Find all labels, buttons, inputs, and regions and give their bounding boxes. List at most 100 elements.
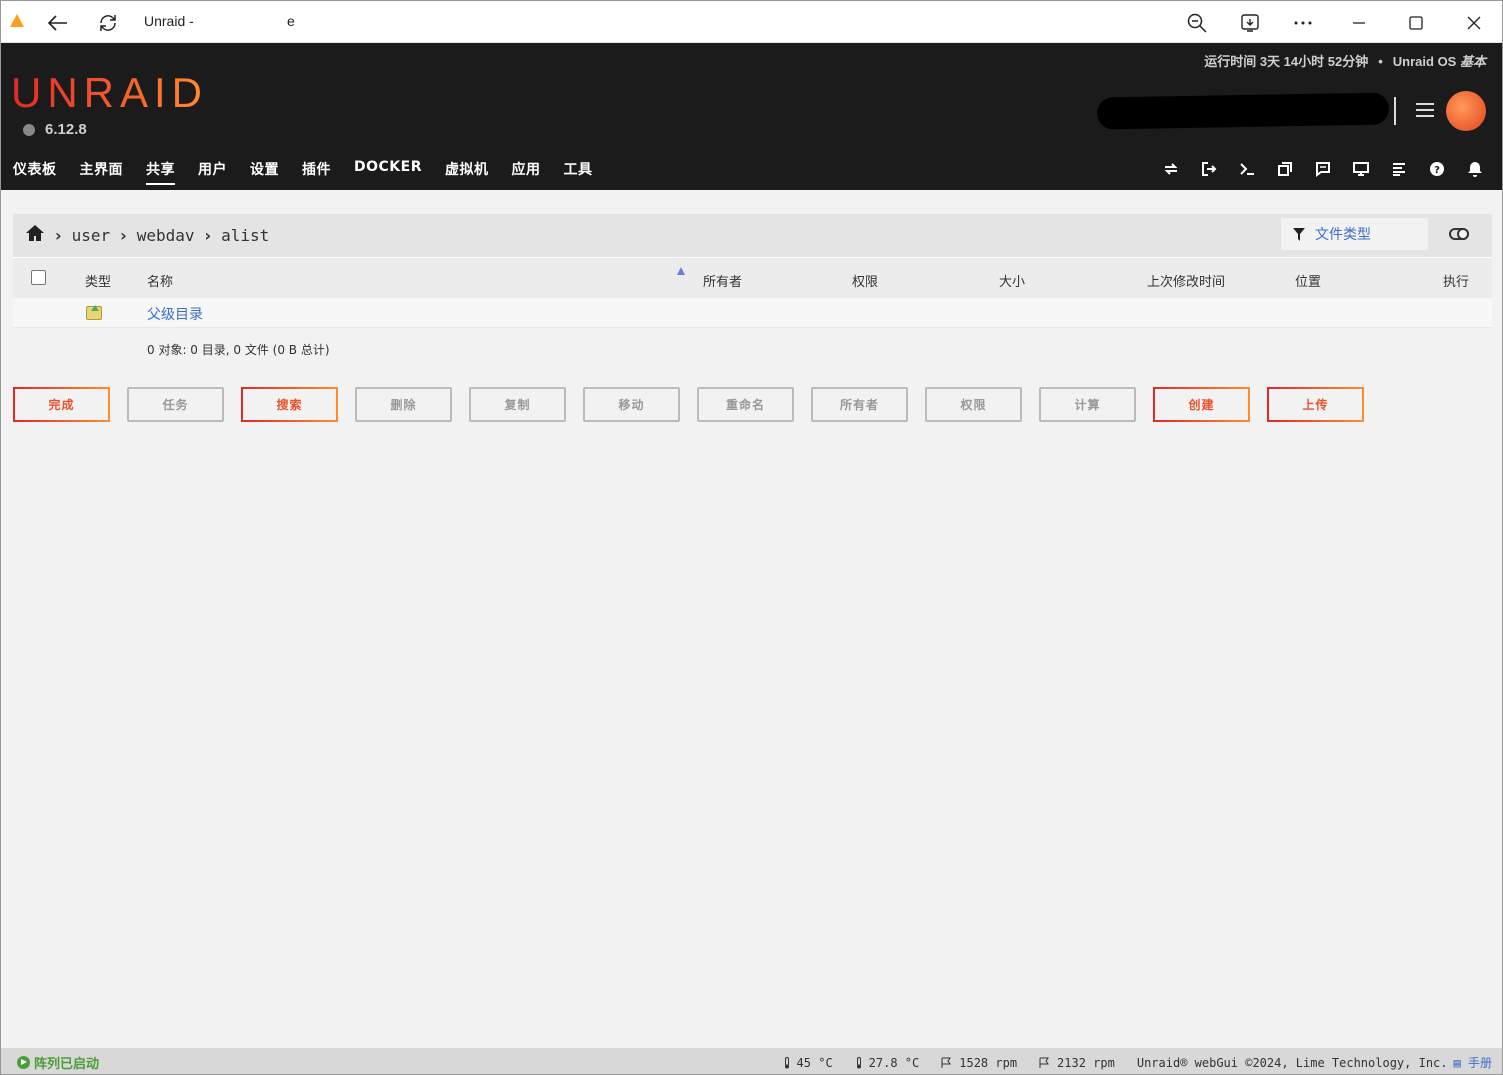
tab-title: Unraid -: [144, 13, 194, 29]
folder-up-icon: [86, 305, 102, 320]
back-arrow-icon[interactable]: [45, 10, 71, 36]
uptime-text: 运行时间 3天 14小时 52分钟: [1204, 54, 1369, 69]
nav-vms[interactable]: 虚拟机: [445, 159, 489, 185]
permissions-button[interactable]: 权限: [925, 387, 1022, 422]
info-icon: [23, 123, 35, 136]
breadcrumb-webdav[interactable]: webdav: [137, 226, 195, 245]
tab-title-end: e: [287, 13, 295, 29]
help-icon[interactable]: ?: [1418, 159, 1456, 179]
copy-button[interactable]: 复制: [469, 387, 566, 422]
jobs-button[interactable]: 任务: [127, 387, 224, 422]
divider: [1394, 97, 1396, 125]
manual-text: 手册: [1467, 1056, 1492, 1070]
app-install-icon[interactable]: [1237, 10, 1263, 36]
delete-button[interactable]: 删除: [355, 387, 452, 422]
user-avatar[interactable]: [1446, 91, 1486, 131]
upload-button[interactable]: 上传: [1267, 387, 1364, 422]
col-type[interactable]: 类型: [85, 271, 111, 290]
col-size[interactable]: 大小: [999, 271, 1025, 290]
manual-link[interactable]: ▤ 手册: [1454, 1054, 1492, 1071]
fan2: 2132 rpm: [1039, 1056, 1115, 1070]
fan1-value: 1528 rpm: [959, 1055, 1018, 1070]
copyright: Unraid® webGui ©2024, Lime Technology, I…: [1137, 1054, 1492, 1071]
version-info[interactable]: 6.12.8: [23, 121, 87, 138]
col-location[interactable]: 位置: [1295, 271, 1321, 290]
nav-settings[interactable]: 设置: [250, 159, 279, 185]
reload-icon[interactable]: [95, 10, 121, 36]
feedback-icon[interactable]: [1304, 159, 1342, 179]
col-modified[interactable]: 上次修改时间: [1147, 271, 1225, 290]
bell-icon[interactable]: [1456, 159, 1494, 179]
play-icon: [17, 1056, 30, 1069]
file-type-filter[interactable]: 文件类型: [1281, 218, 1428, 250]
nav-shares[interactable]: 共享: [146, 159, 175, 185]
uptime-info: 运行时间 3天 14小时 52分钟 • Unraid OS 基本: [1204, 54, 1486, 69]
thermometer-icon: [856, 1056, 861, 1068]
windows-icon[interactable]: [1266, 159, 1304, 179]
action-buttons: 完成 任务 搜索 删除 复制 移动 重命名 所有者 权限 计算 创建 上传: [13, 387, 1381, 422]
table-header: 类型 名称 所有者 权限 大小 上次修改时间 位置 执行: [13, 258, 1492, 298]
hamburger-menu-icon[interactable]: [1414, 101, 1436, 119]
nav-users[interactable]: 用户: [198, 159, 227, 185]
status-footer: 阵列已启动 45 °C 27.8 °C 1528 rpm 2132 rpm Un…: [1, 1048, 1502, 1074]
nav-plugins[interactable]: 插件: [302, 159, 331, 185]
os-edition: 基本: [1459, 54, 1486, 69]
version-text: 6.12.8: [45, 121, 87, 138]
mb-temp: 27.8 °C: [855, 1056, 919, 1070]
nav-docker[interactable]: DOCKER: [354, 159, 422, 185]
maximize-icon[interactable]: [1403, 10, 1429, 36]
col-name[interactable]: 名称: [147, 271, 173, 290]
redacted-server-name: [1096, 92, 1390, 130]
summary-text: 0 对象: 0 目录, 0 文件 (0 B 总计): [147, 343, 330, 357]
thermometer-icon: [784, 1056, 789, 1068]
redacted-area: [199, 13, 291, 33]
os-label: Unraid OS: [1392, 54, 1457, 69]
close-icon[interactable]: [1461, 10, 1487, 36]
flag-icon: [941, 1057, 952, 1068]
move-button[interactable]: 移动: [583, 387, 680, 422]
search-button[interactable]: 搜索: [241, 387, 338, 422]
svg-text:?: ?: [1434, 165, 1440, 176]
table-row[interactable]: 父级目录: [13, 298, 1492, 328]
breadcrumb-user[interactable]: user: [72, 226, 111, 245]
breadcrumb-alist[interactable]: alist: [221, 226, 269, 245]
browser-toolbar: Unraid - e: [1, 1, 1502, 43]
unraid-header: 运行时间 3天 14小时 52分钟 • Unraid OS 基本 UNRAID 6.…: [1, 43, 1502, 190]
more-icon[interactable]: [1290, 10, 1316, 36]
file-browser: › user › webdav › alist 文件类型 类型 名称 所有者 权…: [13, 214, 1492, 358]
chevron-right-icon: ›: [204, 225, 212, 245]
cpu-temp: 45 °C: [783, 1056, 833, 1070]
unraid-logo[interactable]: UNRAID: [11, 69, 208, 117]
fan2-value: 2132 rpm: [1057, 1055, 1115, 1070]
filter-label: 文件类型: [1315, 227, 1371, 243]
copyright-text: Unraid® webGui ©2024, Lime Technology, I…: [1136, 1055, 1448, 1070]
home-icon[interactable]: [25, 224, 45, 246]
owner-button[interactable]: 所有者: [811, 387, 908, 422]
parent-dir-link[interactable]: 父级目录: [147, 304, 203, 324]
col-owner[interactable]: 所有者: [703, 271, 742, 290]
toggle-view-icon[interactable]: [1449, 228, 1469, 240]
done-button[interactable]: 完成: [13, 387, 110, 422]
flag-icon: [1039, 1057, 1049, 1068]
select-all-checkbox[interactable]: [31, 270, 46, 285]
main-nav: 仪表板 主界面 共享 用户 设置 插件 DOCKER 虚拟机 应用 工具: [13, 159, 616, 185]
nav-main[interactable]: 主界面: [80, 159, 124, 185]
monitor-icon[interactable]: [1342, 159, 1380, 179]
breadcrumb: › user › webdav › alist: [25, 224, 269, 246]
log-icon[interactable]: [1380, 159, 1418, 179]
nav-tools[interactable]: 工具: [564, 159, 593, 185]
logout-icon[interactable]: [1190, 159, 1228, 179]
chevron-right-icon: ›: [55, 225, 62, 245]
fan1: 1528 rpm: [941, 1056, 1017, 1070]
calculate-button[interactable]: 计算: [1039, 387, 1136, 422]
terminal-icon[interactable]: [1228, 159, 1266, 179]
sort-asc-icon: [677, 267, 685, 275]
nav-dashboard[interactable]: 仪表板: [13, 159, 57, 185]
rename-button[interactable]: 重命名: [697, 387, 794, 422]
zoom-icon[interactable]: [1184, 10, 1210, 36]
sync-icon[interactable]: [1152, 159, 1190, 179]
nav-apps[interactable]: 应用: [512, 159, 541, 185]
create-button[interactable]: 创建: [1153, 387, 1250, 422]
col-permissions[interactable]: 权限: [852, 271, 878, 290]
minimize-icon[interactable]: [1346, 10, 1372, 36]
